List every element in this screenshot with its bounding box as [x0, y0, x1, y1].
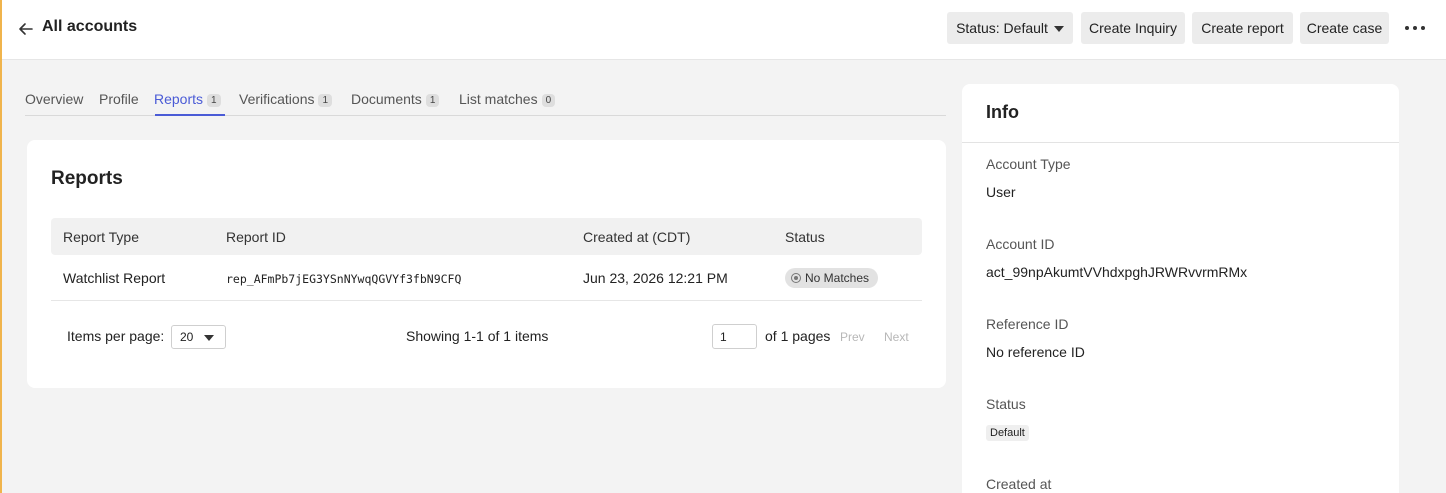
tab-label: Profile — [99, 91, 139, 107]
tab-profile[interactable]: Profile — [99, 91, 139, 107]
arrow-left-icon[interactable] — [16, 19, 36, 39]
reference-id-value: No reference ID — [986, 344, 1085, 360]
table-header: Report Type Report ID Created at (CDT) S… — [51, 218, 922, 255]
status-dropdown-label: Status: Default — [956, 20, 1048, 36]
total-pages-label: of 1 pages — [765, 328, 831, 344]
page-title[interactable]: All accounts — [42, 18, 137, 36]
report-type-cell: Watchlist Report — [63, 270, 166, 286]
tab-label: Verifications — [239, 91, 315, 107]
tab-count-badge: 1 — [318, 94, 333, 107]
prev-page-button[interactable]: Prev — [840, 330, 865, 344]
reports-title: Reports — [51, 168, 123, 189]
account-type-value: User — [986, 184, 1016, 200]
status-dropdown-button[interactable]: Status: Default — [947, 12, 1073, 44]
tab-reports[interactable]: Reports 1 — [154, 91, 221, 107]
active-tab-indicator — [155, 114, 225, 116]
report-id-cell: rep_AFmPb7jEG3YSnNYwqQGVYf3fbN9CFQ — [226, 272, 462, 286]
table-row[interactable]: Watchlist Report rep_AFmPb7jEG3YSnNYwqQG… — [51, 256, 922, 301]
column-header: Report ID — [226, 229, 286, 245]
tabs-bar: Overview Profile Reports 1 Verifications 1… — [25, 90, 946, 116]
create-report-button[interactable]: Create report — [1192, 12, 1293, 44]
info-panel: Info Account Type User Account ID act_99… — [962, 84, 1399, 493]
chevron-down-icon — [204, 335, 214, 341]
tab-count-badge: 1 — [425, 94, 440, 107]
showing-count: Showing 1-1 of 1 items — [406, 328, 549, 344]
page-number-input[interactable] — [712, 324, 757, 349]
tab-count-badge: 0 — [541, 94, 556, 107]
account-id-value: act_99npAkumtVVhdxpghJRWRvvrmRMx — [986, 264, 1248, 280]
created-at-label: Created at — [986, 476, 1052, 492]
tab-label: Overview — [25, 91, 84, 107]
created-at-cell: Jun 23, 2026 12:21 PM — [583, 270, 728, 286]
status-dot-icon — [791, 273, 801, 283]
status-badge-label: No Matches — [805, 271, 870, 285]
account-type-label: Account Type — [986, 156, 1071, 172]
column-header: Status — [785, 229, 825, 245]
status-label: Status — [986, 396, 1026, 412]
info-title: Info — [986, 102, 1019, 122]
tab-documents[interactable]: Documents 1 — [351, 91, 440, 107]
tab-verifications[interactable]: Verifications 1 — [239, 91, 333, 107]
tab-label: Documents — [351, 91, 422, 107]
status-chip: Default — [986, 425, 1029, 441]
status-badge: No Matches — [785, 268, 879, 288]
create-inquiry-button[interactable]: Create Inquiry — [1081, 12, 1185, 44]
chevron-down-icon — [1053, 26, 1064, 33]
tab-overview[interactable]: Overview — [25, 91, 83, 107]
tab-label: Reports — [154, 91, 204, 107]
items-per-page-value: 20 — [180, 330, 194, 344]
divider — [962, 142, 1399, 143]
column-header: Created at (CDT) — [583, 229, 691, 245]
tab-label: List matches — [459, 91, 538, 107]
top-bar: All accounts Status: Default Create Inqu… — [2, 0, 1446, 60]
items-per-page-select[interactable]: 20 — [171, 325, 226, 349]
items-per-page-label: Items per page: — [67, 328, 165, 344]
tab-list-matches[interactable]: List matches 0 — [459, 91, 556, 107]
account-id-label: Account ID — [986, 236, 1055, 252]
more-horizontal-icon[interactable] — [1402, 18, 1428, 38]
tab-count-badge: 1 — [207, 94, 221, 107]
reports-card: Reports Report Type Report ID Created at… — [27, 140, 946, 388]
column-header: Report Type — [63, 229, 140, 245]
next-page-button[interactable]: Next — [884, 330, 909, 344]
create-case-button[interactable]: Create case — [1300, 12, 1389, 44]
reference-id-label: Reference ID — [986, 316, 1069, 332]
